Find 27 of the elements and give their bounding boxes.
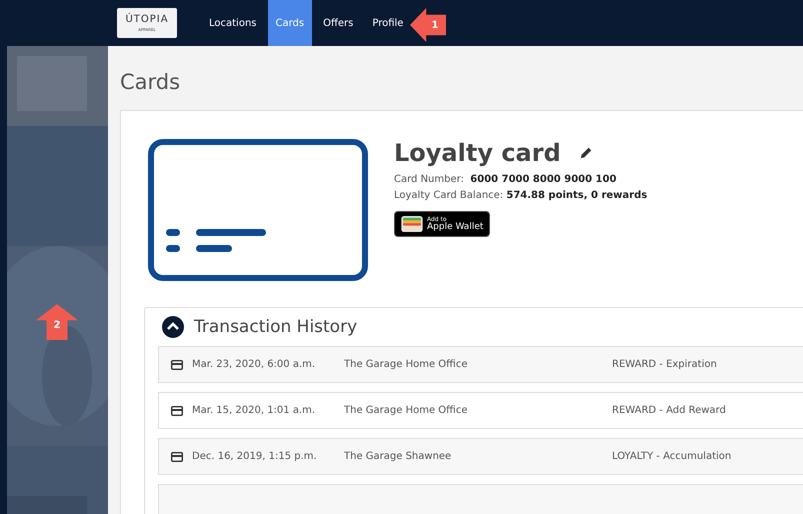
wallet-icon [401,216,423,232]
transaction-date: Mar. 15, 2020, 1:01 a.m. [192,405,316,416]
card-balance: Loyalty Card Balance: 574.88 points, 0 rewards [394,191,648,201]
transaction-date: Dec. 16, 2019, 1:15 p.m. [192,451,318,462]
credit-card-icon [171,360,183,370]
credit-card-icon [171,452,183,462]
transaction-type: REWARD - Expiration [612,359,717,370]
transaction-location: The Garage Shawnee [344,451,452,462]
transaction-row[interactable]: Mar. 23, 2020, 6:00 a.m. The Garage Home Office REWARD - Expiration [158,346,803,383]
transaction-date: Mar. 23, 2020, 6:00 a.m. [192,359,316,370]
transaction-type: REWARD - Add Reward [612,405,726,416]
transaction-location: The Garage Home Office [344,405,468,416]
page-title: Cards [120,70,182,94]
card-icon [148,139,368,281]
card-number: Card Number: 6000 7000 8000 9000 100 [394,175,618,185]
nav-tab[interactable]: Locations [201,0,265,46]
nav-tab[interactable]: Profile [364,0,412,46]
transaction-type: LOYALTY - Accumulation [612,451,732,462]
credit-card-icon [171,406,183,416]
section-title: Transaction History [194,317,358,337]
card-title: Loyalty card [394,139,561,167]
nav-tab[interactable]: Offers [315,0,362,46]
transaction-location: The Garage Home Office [344,359,468,370]
edit-icon[interactable] [578,146,593,160]
transaction-row[interactable]: Dec. 16, 2019, 1:15 p.m. The Garage Shawnee LOYALTY - Accumulation [158,438,803,475]
nav-tab[interactable]: Cards [268,0,312,46]
collapse-icon[interactable] [162,316,184,338]
